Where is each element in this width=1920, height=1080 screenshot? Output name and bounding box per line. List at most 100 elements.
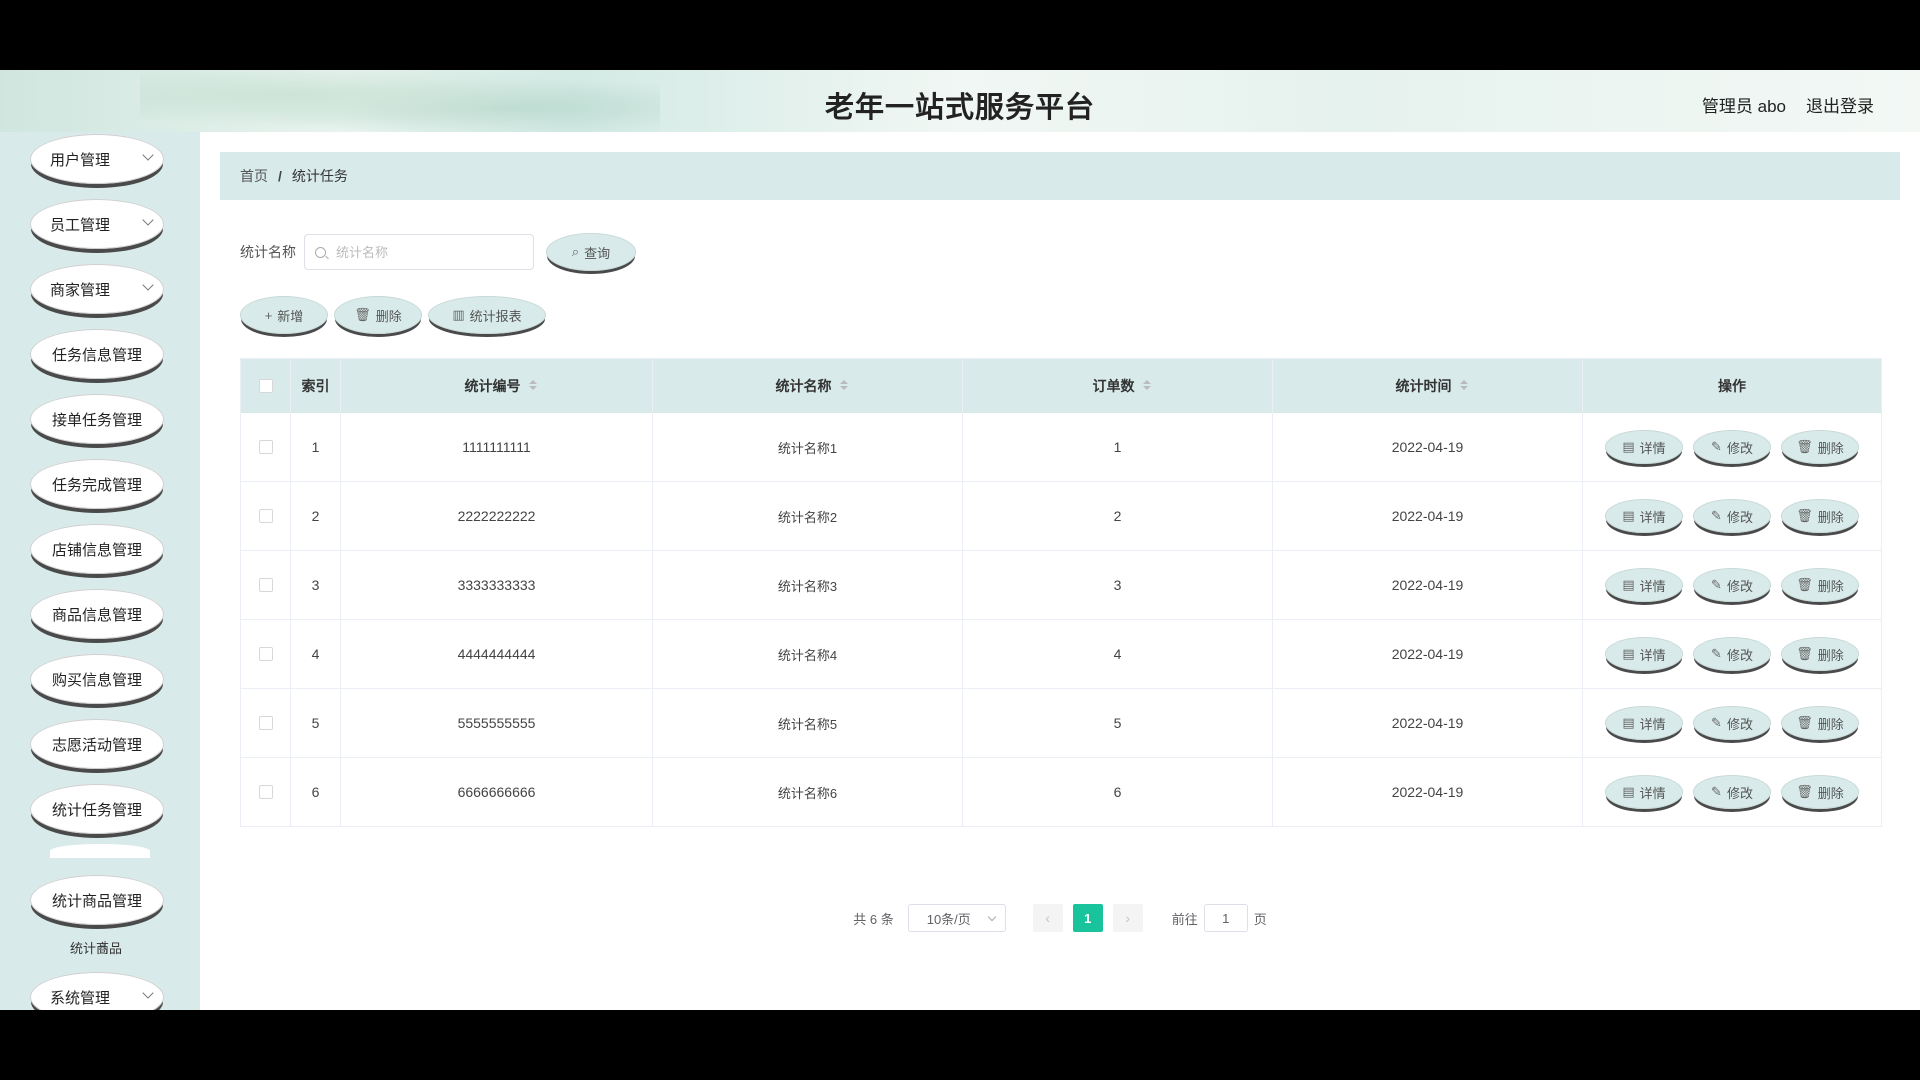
page-size-select[interactable]: 10条/页	[907, 904, 1006, 932]
chevron-down-icon	[142, 987, 154, 999]
row-ops: ▤ 详情 ✎ 修改 🗑 删除	[1583, 758, 1881, 826]
row-checkbox[interactable]	[258, 578, 273, 592]
sidebar-subitem-stat-task[interactable]	[50, 844, 150, 858]
report-button[interactable]: ▥ 统计报表	[428, 296, 546, 334]
pencil-icon: ✎	[1711, 784, 1722, 799]
sidebar: 用户管理 员工管理 商家管理 任务信息管理 接单任务管理 任务完成管理 店铺信息…	[0, 132, 200, 1010]
sidebar-item-product-info[interactable]: 商品信息管理	[30, 589, 164, 639]
edit-button-label: 修改	[1726, 440, 1753, 456]
row-time: 2022-04-19	[1273, 689, 1583, 757]
select-all-checkbox[interactable]	[258, 379, 273, 393]
sidebar-item-volunteer-activity[interactable]: 志愿活动管理	[30, 719, 164, 769]
breadcrumb-separator: /	[278, 168, 282, 184]
search-input[interactable]	[334, 243, 518, 261]
sidebar-item-stat-task[interactable]: 统计任务管理	[30, 784, 164, 834]
row-checkbox[interactable]	[258, 647, 273, 661]
delete-button-label: 删除	[375, 308, 402, 324]
row-checkbox[interactable]	[258, 440, 273, 454]
row-delete-button[interactable]: 🗑 删除	[1781, 637, 1859, 671]
detail-button[interactable]: ▤ 详情	[1605, 568, 1683, 602]
bar-chart-icon: ▥	[452, 307, 465, 322]
add-button[interactable]: + 新增	[240, 296, 328, 334]
row-index: 2	[291, 482, 341, 550]
row-checkbox[interactable]	[258, 785, 273, 799]
breadcrumb-home[interactable]: 首页	[240, 166, 268, 186]
sidebar-subitem-stat-product[interactable]: 统计商品	[70, 938, 122, 957]
row-select-cell	[241, 758, 291, 826]
sidebar-item-purchase-info[interactable]: 购买信息管理	[30, 654, 164, 704]
row-delete-button[interactable]: 🗑 删除	[1781, 706, 1859, 740]
sidebar-item-label: 系统管理	[50, 989, 111, 1007]
logout-link[interactable]: 退出登录	[1806, 92, 1874, 117]
report-button-label: 统计报表	[469, 308, 522, 324]
chevron-down-icon	[987, 912, 996, 922]
row-count: 5	[963, 689, 1273, 757]
row-checkbox[interactable]	[258, 509, 273, 523]
row-delete-button[interactable]: 🗑 删除	[1781, 568, 1859, 602]
row-delete-button[interactable]: 🗑 删除	[1781, 430, 1859, 464]
sidebar-item-user-management[interactable]: 用户管理	[30, 134, 164, 184]
site-title: 老年一站式服务平台	[824, 92, 1095, 124]
sidebar-item-task-completion[interactable]: 任务完成管理	[30, 459, 164, 509]
delete-button[interactable]: 🗑 删除	[334, 296, 422, 334]
row-number: 3333333333	[341, 551, 653, 619]
edit-button[interactable]: ✎ 修改	[1693, 430, 1771, 464]
sidebar-item-accepted-tasks[interactable]: 接单任务管理	[30, 394, 164, 444]
row-delete-button-label: 删除	[1817, 716, 1844, 732]
header-number[interactable]: 统计编号	[341, 359, 653, 413]
sidebar-item-label: 员工管理	[50, 216, 111, 234]
query-button[interactable]: ⌕ 查询	[546, 233, 636, 271]
edit-button[interactable]: ✎ 修改	[1693, 706, 1771, 740]
edit-button[interactable]: ✎ 修改	[1693, 637, 1771, 671]
sidebar-item-label: 志愿活动管理	[51, 736, 142, 754]
sidebar-item-merchant-management[interactable]: 商家管理	[30, 264, 164, 314]
pagination: 共 6 条 10条/页 ‹ 1 › 前往 1 页	[200, 904, 1920, 932]
detail-button[interactable]: ▤ 详情	[1605, 706, 1683, 740]
sidebar-item-stat-product[interactable]: 统计商品管理	[30, 875, 164, 925]
detail-button-label: 详情	[1639, 647, 1666, 663]
edit-button[interactable]: ✎ 修改	[1693, 775, 1771, 809]
detail-button[interactable]: ▤ 详情	[1605, 430, 1683, 464]
table-row: 4 4444444444 统计名称4 4 2022-04-19 ▤ 详情 ✎ 修改 …	[241, 620, 1881, 689]
chevron-down-icon	[142, 149, 154, 161]
detail-button[interactable]: ▤ 详情	[1605, 499, 1683, 533]
header-time[interactable]: 统计时间	[1273, 359, 1583, 413]
detail-button[interactable]: ▤ 详情	[1605, 637, 1683, 671]
row-delete-button[interactable]: 🗑 删除	[1781, 775, 1859, 809]
prev-page-button[interactable]: ‹	[1032, 904, 1063, 932]
pencil-icon: ✎	[1711, 577, 1722, 592]
total-count: 共 6 条	[853, 911, 894, 927]
row-delete-button[interactable]: 🗑 删除	[1781, 499, 1859, 533]
search-icon: ⌕	[571, 244, 580, 259]
page-size-value: 10条/页	[926, 911, 971, 927]
row-checkbox[interactable]	[258, 716, 273, 730]
sidebar-item-label: 店铺信息管理	[51, 541, 142, 559]
page-number-current[interactable]: 1	[1072, 904, 1103, 932]
stat-table: 索引 统计编号 统计名称 订单数 统计时间 操作 1 1111111111 统计…	[240, 358, 1882, 827]
edit-button[interactable]: ✎ 修改	[1693, 568, 1771, 602]
search-label: 统计名称	[240, 244, 296, 260]
sidebar-item-shop-info[interactable]: 店铺信息管理	[30, 524, 164, 574]
goto-page-input[interactable]: 1	[1203, 904, 1248, 932]
row-count: 3	[963, 551, 1273, 619]
row-index: 1	[291, 413, 341, 481]
chevron-left-icon: ‹	[1045, 910, 1051, 926]
chevron-down-icon	[142, 214, 154, 226]
search-bar: 统计名称 ⌕ 查询	[240, 232, 636, 272]
next-page-button[interactable]: ›	[1112, 904, 1143, 932]
header-count[interactable]: 订单数	[963, 359, 1273, 413]
sidebar-item-label: 任务信息管理	[51, 346, 142, 364]
row-number: 2222222222	[341, 482, 653, 550]
detail-button[interactable]: ▤ 详情	[1605, 775, 1683, 809]
row-select-cell	[241, 620, 291, 688]
document-icon: ▤	[1622, 508, 1635, 523]
sidebar-item-staff-management[interactable]: 员工管理	[30, 199, 164, 249]
sidebar-item-task-info[interactable]: 任务信息管理	[30, 329, 164, 379]
table-row: 5 5555555555 统计名称5 5 2022-04-19 ▤ 详情 ✎ 修改 …	[241, 689, 1881, 758]
edit-button[interactable]: ✎ 修改	[1693, 499, 1771, 533]
sidebar-item-system-management[interactable]: 系统管理	[30, 972, 164, 1010]
row-name: 统计名称3	[653, 551, 963, 619]
goto-suffix: 页	[1253, 911, 1267, 927]
header-name[interactable]: 统计名称	[653, 359, 963, 413]
table-row: 2 2222222222 统计名称2 2 2022-04-19 ▤ 详情 ✎ 修改 …	[241, 482, 1881, 551]
